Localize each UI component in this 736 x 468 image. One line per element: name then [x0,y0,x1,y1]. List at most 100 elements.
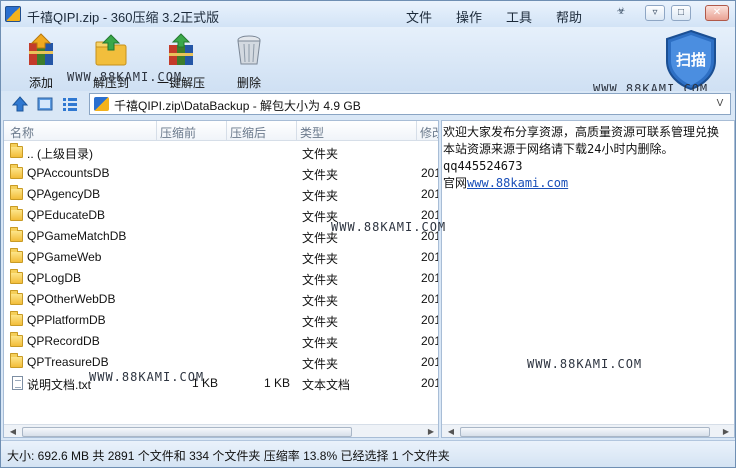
zip-archive-icon [94,97,109,111]
comment-horizontal-scrollbar[interactable]: ◀ ▶ [442,424,734,437]
skin-icon[interactable]: ☣ [611,5,631,21]
column-divider[interactable] [416,121,417,141]
file-row[interactable]: .. (上级目录) 文件夹 [4,142,438,163]
file-packed-size: 1 KB [263,376,290,390]
add-archive-icon [29,33,53,65]
file-name: 说明文档.txt [27,378,92,392]
folder-icon [10,311,23,326]
file-type: 文件夹 [302,294,339,308]
file-name: QPLogDB [27,271,82,285]
file-list[interactable]: 名称 压缩前 压缩后 类型 修改 .. (上级目录)文件夹QPAccountsD… [3,120,439,438]
scroll-right-icon[interactable]: ▶ [424,426,438,437]
file-name: QPAccountsDB [27,166,110,180]
file-modified: 201 [421,271,438,285]
column-type[interactable]: 类型 [300,124,324,141]
file-name: QPRecordDB [27,334,100,348]
file-modified: 201 [421,166,438,180]
folder-icon [10,269,23,284]
folder-icon [10,164,23,179]
address-dropdown-icon[interactable]: V [712,96,728,112]
scroll-left-icon[interactable]: ◀ [6,426,20,437]
window-menu-button[interactable]: ▿ [645,5,665,21]
file-name: QPEducateDB [27,208,106,222]
scroll-thumb[interactable] [460,427,710,437]
add-button[interactable]: 添加 [13,31,69,90]
file-name: QPAgencyDB [27,187,101,201]
scroll-left-icon[interactable]: ◀ [444,426,458,437]
file-name: QPPlatformDB [27,313,106,327]
file-row[interactable]: 说明文档.txt1 KB1 KB文本文档201 [4,373,438,394]
folder-icon [10,290,23,305]
file-row[interactable]: QPAccountsDB 文件夹 201 [4,163,438,184]
scan-label: 扫描 [675,52,706,69]
app-window: 千禧QIPI.zip - 360压缩 3.2正式版 文件 操作 工具 帮助 ☣ … [0,0,736,468]
archive-comment: 欢迎大家发布分享资源，高质量资源可联系管理兑换 本站资源来源于网络请下载24小时… [443,124,734,192]
file-name: QPOtherWebDB [27,292,116,306]
watermark-toolbar: WWW.88KAMI.COM [67,70,183,84]
menu-tools[interactable]: 工具 [506,7,532,26]
file-name: QPGameWeb [27,250,102,264]
file-name: QPTreasureDB [27,355,109,369]
menu-file[interactable]: 文件 [406,7,432,26]
file-name: .. (上级目录) [27,147,93,161]
site-label: 官网 [443,176,468,190]
status-text: 大小: 692.6 MB 共 2891 个文件和 334 个文件夹 压缩率 13… [7,449,450,463]
file-row[interactable]: QPRecordDB 文件夹 201 [4,331,438,352]
file-row[interactable]: QPOtherWebDB 文件夹 201 [4,289,438,310]
file-row[interactable]: QPLogDB 文件夹 201 [4,268,438,289]
file-row[interactable]: QPPlatformDB 文件夹 201 [4,310,438,331]
file-type: 文本文档 [302,378,351,392]
extract-folder-icon [95,34,127,66]
close-button[interactable]: ✕ [705,5,729,21]
delete-label: 删除 [236,76,261,90]
folder-icon [10,248,23,263]
maximize-button[interactable]: □ [671,5,691,21]
file-type: 文件夹 [302,357,339,371]
archive-comment-pane: 欢迎大家发布分享资源，高质量资源可联系管理兑换 本站资源来源于网络请下载24小时… [441,120,735,438]
comment-line-welcome: 欢迎大家发布分享资源，高质量资源可联系管理兑换 [443,125,720,139]
column-divider[interactable] [296,121,297,141]
file-row[interactable]: QPGameWeb 文件夹 201 [4,247,438,268]
folder-icon [10,353,23,368]
file-name: QPGameMatchDB [27,229,127,243]
title-bar: 千禧QIPI.zip - 360压缩 3.2正式版 文件 操作 工具 帮助 ☣ … [1,1,735,27]
column-original-size[interactable]: 压缩前 [160,124,196,141]
file-row[interactable]: QPTreasureDB 文件夹 201 [4,352,438,373]
scroll-right-icon[interactable]: ▶ [719,426,733,437]
site-link[interactable]: www.88kami.com [467,176,568,190]
file-type: 文件夹 [302,315,339,329]
file-modified: 201 [421,334,438,348]
address-field[interactable]: 千禧QIPI.zip\DataBackup - 解包大小为 4.9 GB V [89,93,731,115]
text-file-icon [12,376,23,390]
watermark-list-bottom: WWW.88KAMI.COM [89,370,205,384]
column-packed-size[interactable]: 压缩后 [230,124,266,141]
large-icons-view-icon[interactable] [36,95,54,113]
list-view-icon[interactable] [61,95,79,113]
file-modified: 201 [421,187,438,201]
comment-line-qq: qq445524673 [443,159,523,173]
folder-icon [10,206,23,221]
horizontal-scrollbar[interactable]: ◀ ▶ [4,424,438,437]
menu-actions[interactable]: 操作 [456,7,482,26]
file-modified: 201 [421,292,438,306]
delete-button[interactable]: 删除 [221,31,277,90]
folder-icon [10,332,23,347]
folder-icon [10,143,23,158]
scroll-thumb[interactable] [22,427,352,437]
column-divider[interactable] [156,121,157,141]
file-type: 文件夹 [302,336,339,350]
column-divider[interactable] [226,121,227,141]
menu-help[interactable]: 帮助 [556,7,582,26]
column-modified[interactable]: 修改 [420,124,438,141]
comment-line-disclaimer: 本站资源来源于网络请下载24小时内删除。 [443,142,674,156]
watermark-list-middle: WWW.88KAMI.COM [331,220,447,234]
column-name[interactable]: 名称 [10,124,34,141]
column-headers: 名称 压缩前 压缩后 类型 修改 [4,121,438,141]
file-type: 文件夹 [302,168,339,182]
file-modified: 201 [421,376,438,390]
up-arrow-icon[interactable] [11,95,29,113]
file-modified: 201 [421,313,438,327]
address-path: 千禧QIPI.zip\DataBackup - 解包大小为 4.9 GB [114,99,361,113]
file-row[interactable]: QPAgencyDB 文件夹 201 [4,184,438,205]
file-type: 文件夹 [302,273,339,287]
